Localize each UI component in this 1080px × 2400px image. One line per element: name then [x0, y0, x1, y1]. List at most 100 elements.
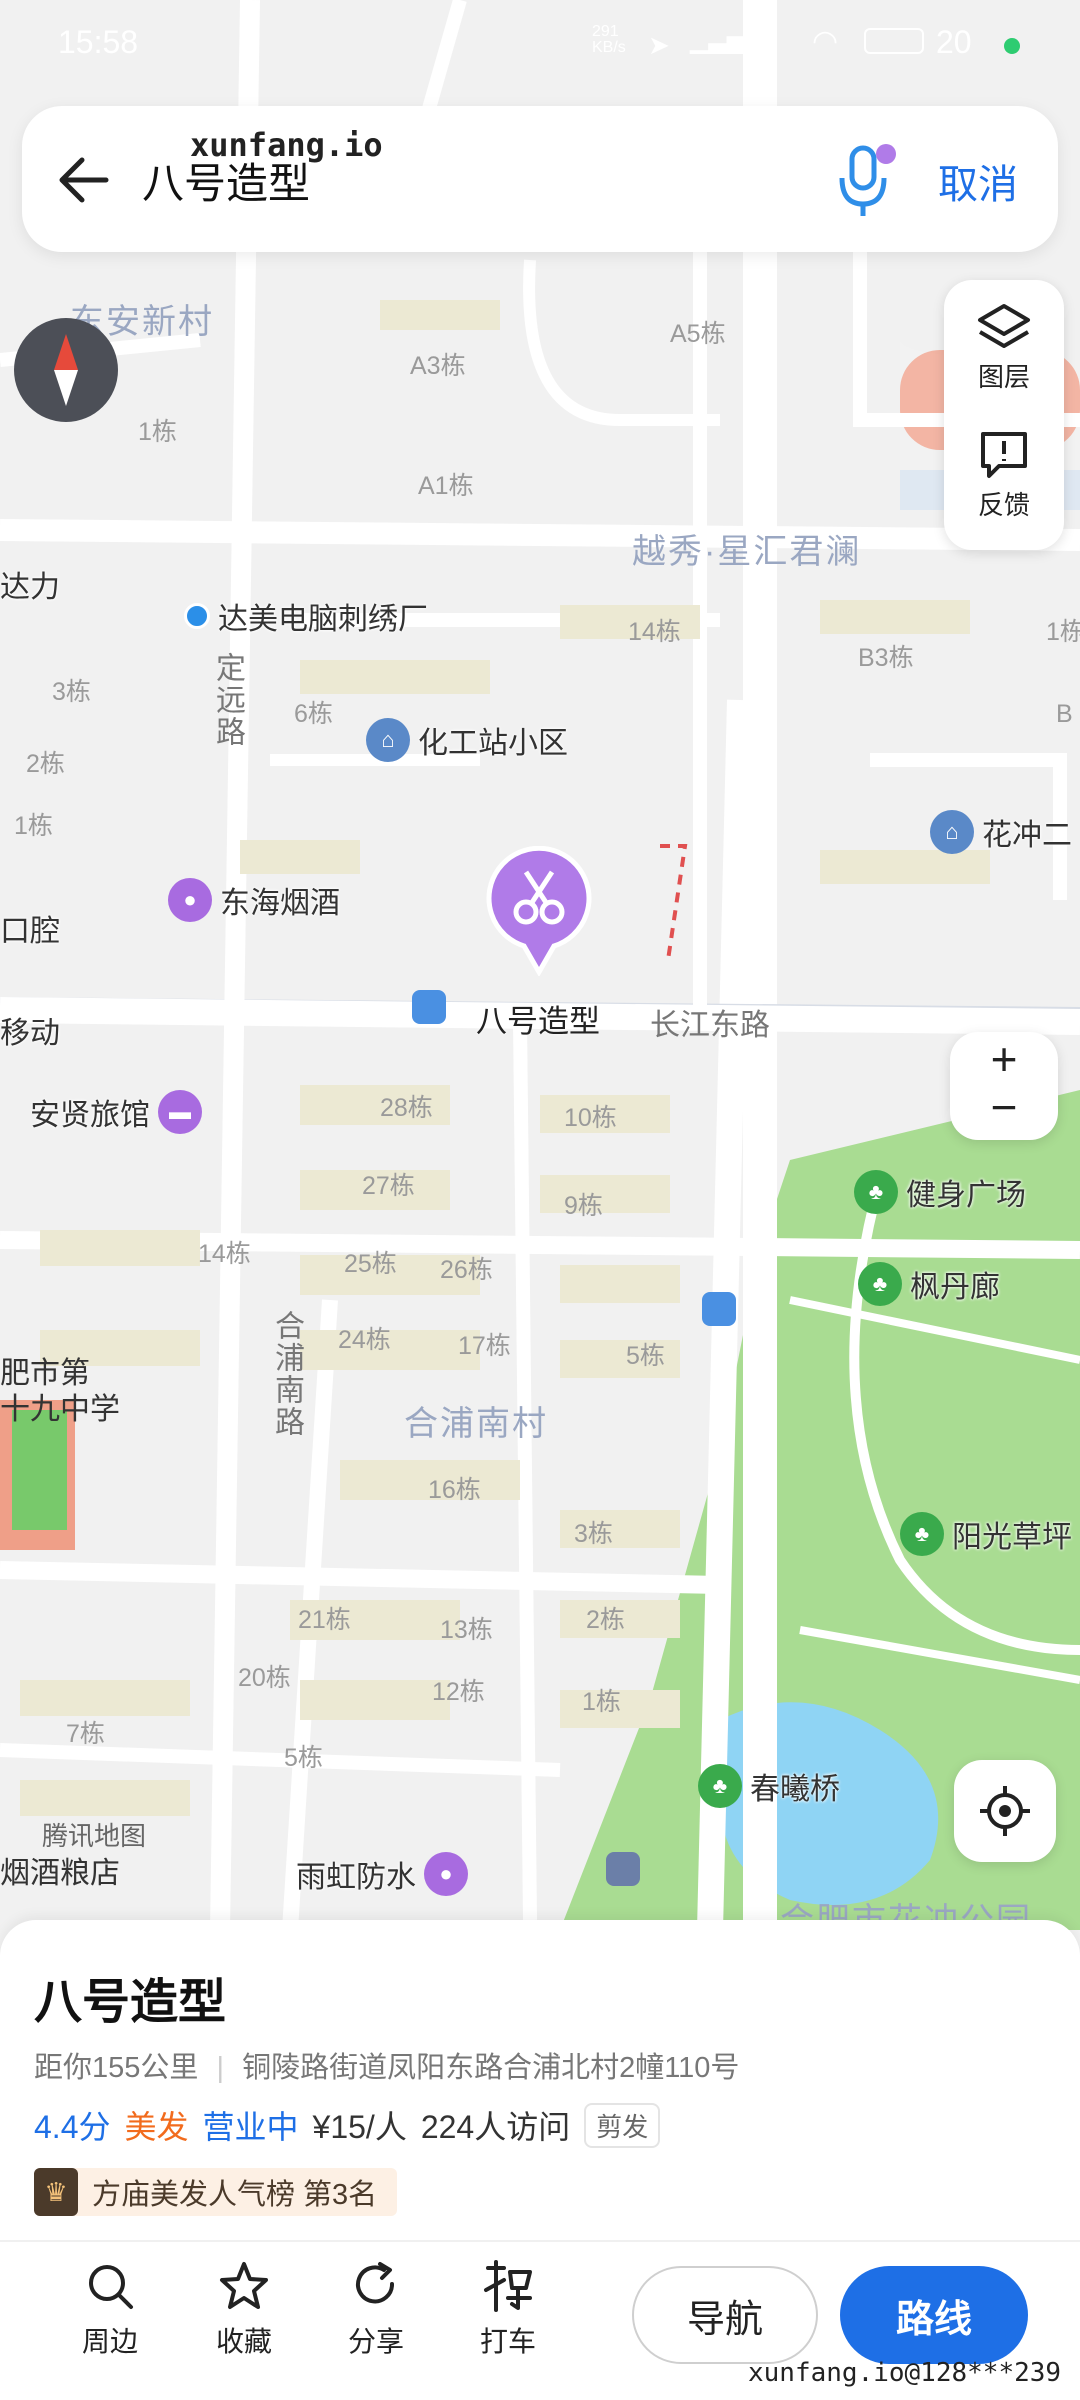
building-label: 27栋 [362, 1172, 415, 1200]
signal-icon: ▁▃▅▇ [690, 27, 764, 54]
poi-item[interactable]: ♣ 春曦桥 [698, 1764, 840, 1808]
area-label: 越秀·星汇君澜 [632, 533, 862, 571]
status-bar: 15:58 291 KB/s ➤ ▁▃▅▇ ◠ 20 [0, 0, 1080, 90]
road-label: 长江东路 [650, 1009, 770, 1042]
nearby-button[interactable]: 周边 [60, 2260, 160, 2360]
feedback-button[interactable]: 反馈 [944, 430, 1064, 522]
building-label: 21栋 [298, 1606, 351, 1634]
zoom-in-button[interactable]: + [950, 1034, 1058, 1084]
search-icon [89, 2265, 133, 2309]
building-label: 28栋 [380, 1094, 433, 1122]
divider: | [216, 2052, 224, 2084]
nearby-label: 周边 [81, 2326, 138, 2357]
locate-icon [980, 1786, 1030, 1836]
navigate-button[interactable]: 导航 [632, 2266, 818, 2364]
ranking-text: 方庙美发人气榜 第3名 [92, 2179, 378, 2211]
place-rating: 4.4分 [34, 2109, 111, 2145]
place-address: 铜陵路街道凤阳东路合浦北村2幢110号 [242, 2052, 740, 2084]
poi-item[interactable]: 雨虹防水 ● [296, 1852, 468, 1896]
poi-item[interactable]: 安贤旅馆 ▬ [30, 1090, 202, 1134]
poi-item[interactable]: ♣ 健身广场 [854, 1170, 1026, 1214]
place-tag: 剪发 [584, 2102, 661, 2148]
building-label: 5栋 [626, 1342, 665, 1370]
microphone-icon[interactable] [832, 140, 902, 220]
building-label: 14栋 [198, 1240, 251, 1268]
cancel-button[interactable]: 取消 [938, 152, 1018, 210]
building-label: 24栋 [338, 1326, 391, 1354]
hotel-bed-icon: ▬ [158, 1090, 202, 1134]
building-label: 1栋 [582, 1688, 621, 1716]
poi-item[interactable]: ● 东海烟酒 [168, 878, 340, 922]
route-button[interactable]: 路线 [840, 2266, 1028, 2364]
status-time: 15:58 [58, 24, 139, 60]
building-label: 6栋 [294, 700, 333, 728]
map-edge-label: 移动 [0, 1017, 60, 1050]
star-icon [220, 2262, 268, 2309]
share-label: 分享 [347, 2326, 404, 2357]
park-icon: ♣ [854, 1170, 898, 1214]
building-label: 14栋 [628, 618, 681, 646]
poi-item[interactable]: ♣ 阳光草坪 [900, 1512, 1072, 1556]
map-edge-label: 口腔 [0, 915, 60, 948]
locate-button[interactable] [954, 1760, 1056, 1862]
parking-icon [606, 1852, 640, 1886]
building-label: 2栋 [26, 750, 65, 778]
park-icon: ♣ [698, 1764, 742, 1808]
taxi-icon [484, 2260, 532, 2312]
map-tools-panel: 图层 反馈 [944, 280, 1064, 550]
building-label: 25栋 [344, 1250, 397, 1278]
poi-item[interactable]: ♣ 枫丹廊 [858, 1262, 1000, 1306]
place-meta-line: 4.4分 美发 营业中 ¥15/人 224人访问 剪发 [34, 2102, 661, 2148]
poi-dot-icon [184, 603, 210, 629]
building-label: B [1056, 700, 1073, 728]
building-label: 13栋 [440, 1616, 493, 1644]
poi-item[interactable]: ⌂ 花冲二 [930, 810, 1072, 854]
building-label: 20栋 [238, 1664, 291, 1692]
watermark-text: xunfang.io@128***239 [748, 2358, 1062, 2388]
layers-icon [978, 304, 1030, 348]
layers-button[interactable]: 图层 [944, 302, 1064, 394]
map-view[interactable]: 东安新村 越秀·星汇君澜 合浦南村 合肥市花冲公园 长江东路 定远路 合浦南路 … [0, 0, 1080, 1930]
residence-icon: ⌂ [930, 810, 974, 854]
compass-icon[interactable] [14, 318, 118, 422]
favorite-button[interactable]: 收藏 [194, 2260, 294, 2360]
battery-icon [864, 28, 924, 54]
building-label: 17栋 [458, 1332, 511, 1360]
place-category: 美发 [124, 2109, 189, 2145]
feedback-label: 反馈 [977, 490, 1030, 520]
park-icon: ♣ [900, 1512, 944, 1556]
building-label: A5栋 [670, 320, 726, 348]
layers-label: 图层 [977, 362, 1030, 392]
building-label: A3栋 [410, 352, 466, 380]
favorite-label: 收藏 [215, 2326, 272, 2357]
scissors-icon [486, 845, 592, 978]
building-label: 5栋 [284, 1744, 323, 1772]
taxi-button[interactable]: 打车 [458, 2260, 558, 2360]
selected-place-marker[interactable] [484, 845, 594, 978]
building-label: 2栋 [586, 1606, 625, 1634]
network-speed: 291 KB/s [592, 23, 626, 56]
building-label: 1栋 [1046, 618, 1080, 646]
share-button[interactable]: 分享 [326, 2260, 426, 2360]
battery-level: 20 [936, 24, 972, 60]
bus-stop-icon [412, 990, 446, 1024]
wifi-icon: ◠ [812, 25, 839, 58]
building-label: 3栋 [52, 678, 91, 706]
place-open-status: 营业中 [202, 2109, 299, 2145]
map-edge-label: 肥市第 十九中学 [0, 1357, 120, 1426]
poi-item[interactable]: 达美电脑刺绣厂 [184, 594, 428, 638]
poi-item[interactable]: ⌂ 化工站小区 [366, 718, 568, 762]
road-label: 定远路 [211, 652, 244, 748]
place-location-line: 距你155公里 | 铜陵路街道凤阳东路合浦北村2幢110号 [34, 2044, 739, 2086]
arrow-left-icon[interactable] [54, 150, 114, 210]
place-distance: 距你155公里 [34, 2052, 199, 2084]
crown-icon: ♛ [34, 2168, 78, 2216]
zoom-out-button[interactable]: − [950, 1082, 1058, 1132]
feedback-icon [981, 432, 1027, 478]
map-edge-label: 烟酒粮店 [0, 1857, 120, 1890]
ranking-badge[interactable]: ♛ 方庙美发人气榜 第3名 [34, 2168, 398, 2216]
bus-stop-icon [702, 1292, 736, 1326]
building-label: 9栋 [564, 1192, 603, 1220]
park-icon: ♣ [858, 1262, 902, 1306]
residence-icon: ⌂ [366, 718, 410, 762]
